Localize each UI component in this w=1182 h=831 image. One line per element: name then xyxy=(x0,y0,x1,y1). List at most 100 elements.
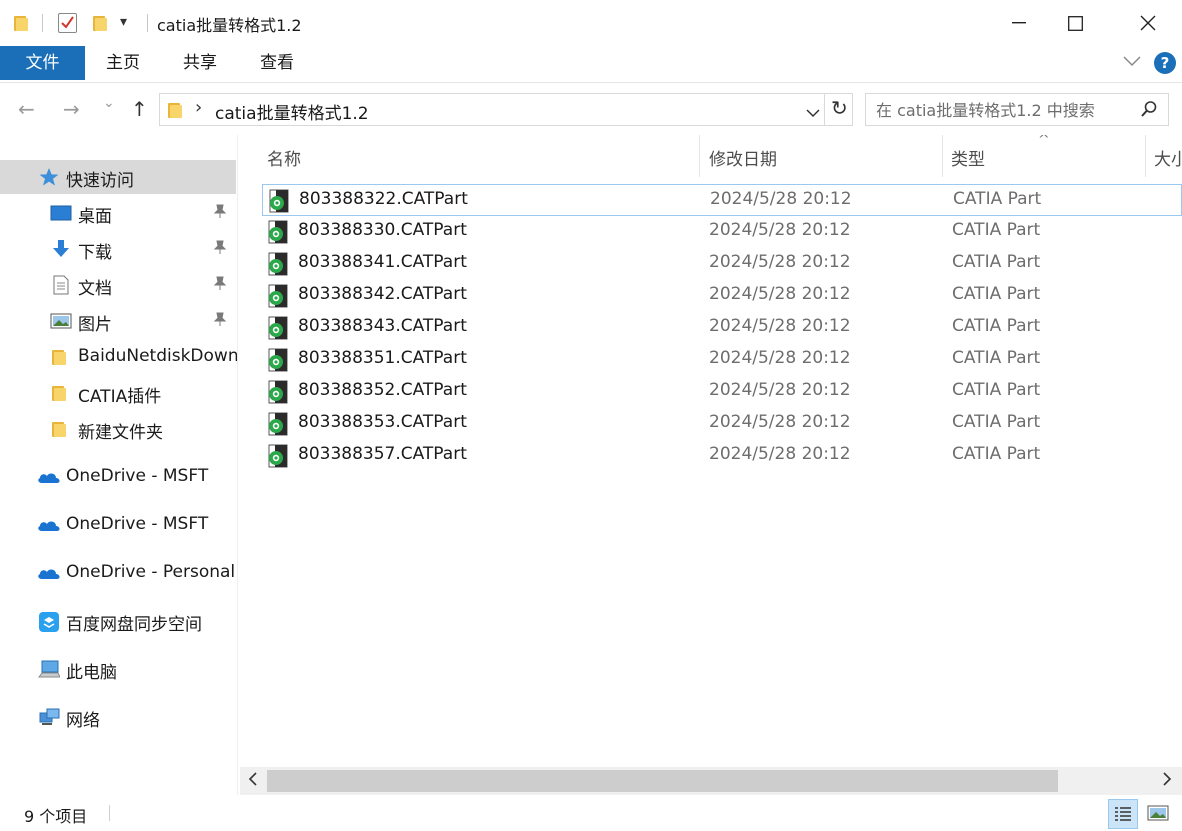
column-header-size[interactable]: 大小 xyxy=(1154,145,1182,170)
tab-share[interactable]: 共享 xyxy=(169,46,231,80)
column-divider[interactable] xyxy=(942,135,943,177)
scrollbar-thumb[interactable] xyxy=(267,770,1058,792)
forward-button[interactable]: → xyxy=(63,97,80,121)
file-name: 803388357.CATPart xyxy=(298,444,467,464)
large-icons-view-button[interactable] xyxy=(1144,799,1174,829)
sidebar-item-documents[interactable]: 文档 xyxy=(0,268,236,302)
catpart-file-icon xyxy=(266,412,290,436)
sidebar-item-pictures[interactable]: 图片 xyxy=(0,304,236,338)
sidebar-item-downloads[interactable]: 下载 xyxy=(0,232,236,266)
navigation-bar: ← → ⌄ ↑ › catia批量转格式1.2 ↻ xyxy=(0,83,1182,135)
title-bar: ▾ catia批量转格式1.2 xyxy=(0,0,1182,46)
address-bar[interactable]: › catia批量转格式1.2 ↻ xyxy=(159,93,853,126)
sidebar-item-new-folder[interactable]: 新建文件夹 xyxy=(0,412,236,446)
catpart-file-icon xyxy=(266,252,290,276)
file-name: 803388351.CATPart xyxy=(298,348,467,368)
file-modified-date: 2024/5/28 20:12 xyxy=(709,380,851,400)
file-name: 803388352.CATPart xyxy=(298,380,467,400)
document-icon xyxy=(50,275,72,295)
pin-icon[interactable] xyxy=(213,204,227,222)
folder-icon xyxy=(52,421,66,437)
tab-home[interactable]: 主页 xyxy=(92,46,154,80)
catpart-file-icon xyxy=(266,348,290,372)
column-divider[interactable] xyxy=(699,135,700,177)
tab-view[interactable]: 查看 xyxy=(246,46,308,80)
pin-icon[interactable] xyxy=(213,276,227,294)
sidebar-item-this-pc[interactable]: 此电脑 xyxy=(0,652,236,686)
baidu-netdisk-icon xyxy=(38,611,60,632)
file-name: 803388343.CATPart xyxy=(298,316,467,336)
sidebar-item-baidu-sync[interactable]: 百度网盘同步空间 xyxy=(0,604,236,638)
file-type: CATIA Part xyxy=(952,380,1041,400)
refresh-icon[interactable]: ↻ xyxy=(831,96,848,120)
file-row[interactable]: 803388342.CATPart 2024/5/28 20:12 CATIA Pa… xyxy=(262,280,1182,312)
customize-toolbar-icon[interactable]: ▾ xyxy=(120,14,127,30)
file-type: CATIA Part xyxy=(952,316,1041,336)
sidebar-item-baidunetdiskdownload[interactable]: BaiduNetdiskDownload xyxy=(0,340,238,374)
scroll-left-button[interactable] xyxy=(248,771,258,790)
catpart-file-icon xyxy=(266,220,290,244)
folder-icon xyxy=(52,349,66,365)
navigation-pane[interactable]: 快速访问 桌面 下载 文档 图片 BaiduNetdiskDownload xyxy=(0,135,238,795)
up-button[interactable]: ↑ xyxy=(131,97,148,121)
ribbon: 文件 主页 共享 查看 ? xyxy=(0,46,1182,83)
network-icon xyxy=(38,707,60,727)
sidebar-item-label: 百度网盘同步空间 xyxy=(66,615,202,635)
horizontal-scrollbar[interactable] xyxy=(240,767,1182,795)
file-row[interactable]: 803388341.CATPart 2024/5/28 20:12 CATIA Pa… xyxy=(262,248,1182,280)
minimize-button[interactable] xyxy=(990,0,1047,46)
details-view-button[interactable] xyxy=(1108,799,1138,829)
pin-icon[interactable] xyxy=(213,312,227,330)
back-button[interactable]: ← xyxy=(18,97,35,121)
file-row[interactable]: 803388357.CATPart 2024/5/28 20:12 CATIA Pa… xyxy=(262,440,1182,472)
search-input[interactable] xyxy=(876,98,1136,122)
breadcrumb[interactable]: catia批量转格式1.2 xyxy=(215,99,369,124)
close-button[interactable] xyxy=(1119,0,1176,46)
sidebar-item-label: OneDrive - MSFT xyxy=(66,514,209,534)
tab-file[interactable]: 文件 xyxy=(0,46,85,80)
file-modified-date: 2024/5/28 20:12 xyxy=(709,220,851,240)
sidebar-item-label: BaiduNetdiskDownload xyxy=(78,346,238,366)
download-icon xyxy=(50,239,72,259)
breadcrumb-separator[interactable]: › xyxy=(195,97,202,118)
sidebar-item-onedrive-msft-2[interactable]: OneDrive - MSFT xyxy=(0,508,236,542)
address-dropdown-icon[interactable] xyxy=(806,103,820,122)
sidebar-item-network[interactable]: 网络 xyxy=(0,700,236,734)
sidebar-item-onedrive-msft[interactable]: OneDrive - MSFT xyxy=(0,460,236,494)
file-type: CATIA Part xyxy=(952,220,1041,240)
column-header-date[interactable]: 修改日期 xyxy=(709,145,777,170)
search-icon[interactable] xyxy=(1140,100,1158,122)
file-type: CATIA Part xyxy=(953,189,1042,209)
recent-locations-button[interactable]: ⌄ xyxy=(103,95,115,111)
file-row[interactable]: 803388353.CATPart 2024/5/28 20:12 CATIA Pa… xyxy=(262,408,1182,440)
cloud-icon xyxy=(36,515,60,535)
file-list[interactable]: ^ 名称 修改日期 类型 大小 803388322.CATPart 2024/5/… xyxy=(240,135,1182,767)
pin-icon[interactable] xyxy=(213,240,227,258)
cloud-icon xyxy=(36,467,60,487)
file-row[interactable]: 803388322.CATPart 2024/5/28 20:12 CATIA Pa… xyxy=(262,184,1182,216)
sidebar-item-label: OneDrive - MSFT xyxy=(66,466,209,486)
file-type: CATIA Part xyxy=(952,252,1041,272)
scroll-right-button[interactable] xyxy=(1162,771,1172,790)
sidebar-item-desktop[interactable]: 桌面 xyxy=(0,196,236,230)
help-icon[interactable]: ? xyxy=(1154,52,1176,74)
folder-icon xyxy=(168,102,182,118)
new-folder-icon[interactable] xyxy=(93,15,107,31)
maximize-button[interactable] xyxy=(1047,0,1104,46)
sidebar-item-quick-access[interactable]: 快速访问 xyxy=(0,160,236,194)
file-row[interactable]: 803388351.CATPart 2024/5/28 20:12 CATIA Pa… xyxy=(262,344,1182,376)
file-type: CATIA Part xyxy=(952,444,1041,464)
file-row[interactable]: 803388352.CATPart 2024/5/28 20:12 CATIA Pa… xyxy=(262,376,1182,408)
expand-ribbon-icon[interactable] xyxy=(1123,52,1141,71)
file-row[interactable]: 803388343.CATPart 2024/5/28 20:12 CATIA Pa… xyxy=(262,312,1182,344)
column-divider[interactable] xyxy=(1145,135,1146,177)
column-header-type[interactable]: 类型 xyxy=(951,145,985,170)
search-box[interactable] xyxy=(865,93,1169,126)
column-header-name[interactable]: 名称 xyxy=(267,145,301,170)
file-row[interactable]: 803388330.CATPart 2024/5/28 20:12 CATIA Pa… xyxy=(262,216,1182,248)
sidebar-item-catia-plugins[interactable]: CATIA插件 xyxy=(0,376,236,410)
properties-icon[interactable] xyxy=(58,13,77,33)
sidebar-item-onedrive-personal[interactable]: OneDrive - Personal xyxy=(0,556,236,590)
file-modified-date: 2024/5/28 20:12 xyxy=(709,316,851,336)
sidebar-item-label: 快速访问 xyxy=(66,171,134,191)
